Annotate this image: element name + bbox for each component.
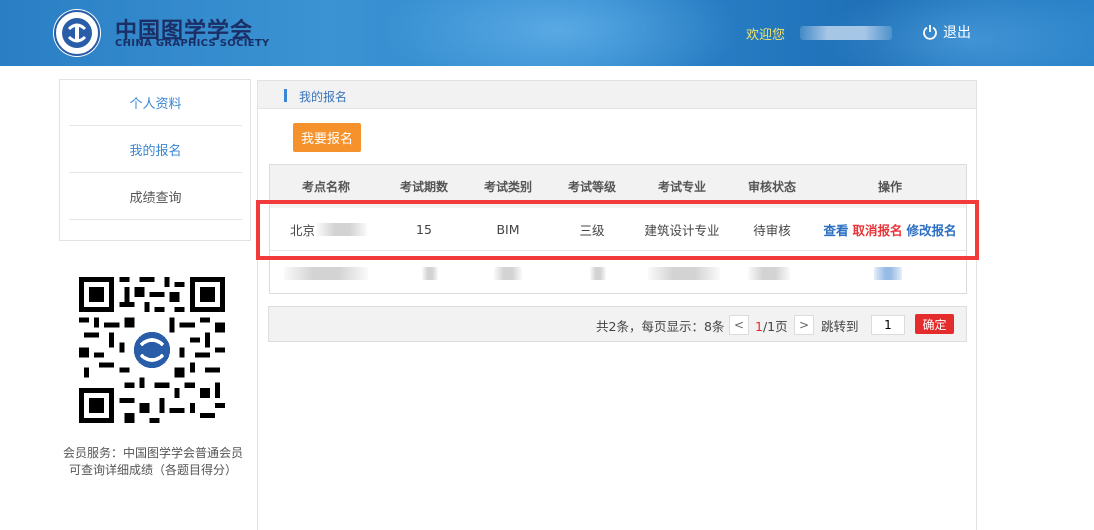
redacted-cell <box>748 267 790 280</box>
page-indicator: 1/1页 <box>755 316 788 335</box>
society-logo-icon <box>53 9 101 57</box>
top-header: 中国图学学会 CHINA GRAPHICS SOCIETY 欢迎您 退出 <box>0 0 1094 66</box>
welcome-text: 欢迎您 <box>746 28 786 43</box>
jump-page-input[interactable] <box>871 315 905 335</box>
power-icon <box>923 25 937 40</box>
cancel-registration-link[interactable]: 取消报名 <box>852 220 902 239</box>
site-redacted <box>317 222 368 236</box>
column-header-period: 考试期数 <box>399 180 448 194</box>
panel-title: 我的报名 <box>299 90 348 104</box>
view-link[interactable]: 查看 <box>823 220 848 239</box>
column-header-site: 考点名称 <box>301 180 350 194</box>
redacted-cell <box>648 267 720 280</box>
sidebar-item-label: 成绩查询 <box>129 191 182 206</box>
column-header-actions: 操作 <box>877 180 902 194</box>
panel-header: 我的报名 <box>258 81 976 109</box>
redacted-cell <box>422 267 438 280</box>
cell-status: 待审核 <box>753 222 791 238</box>
title-accent-bar <box>284 89 287 102</box>
column-header-major: 考试专业 <box>657 180 706 194</box>
qr-code-icon <box>79 277 225 423</box>
register-button[interactable]: 我要报名 <box>293 123 361 152</box>
cell-period: 15 <box>416 221 432 237</box>
total-pages: /1页 <box>762 319 788 334</box>
prev-page-button[interactable]: < <box>729 315 749 335</box>
registration-table: 考点名称 考试期数 考试类别 考试等级 考试专业 审核状态 操作 北京 15 B… <box>269 164 967 294</box>
redacted-cell <box>874 267 902 280</box>
table-header: 考点名称 考试期数 考试类别 考试等级 考试专业 审核状态 操作 <box>270 165 966 208</box>
username-redacted <box>800 26 892 40</box>
edit-registration-link[interactable]: 修改报名 <box>907 220 957 239</box>
redacted-cell <box>284 267 368 280</box>
jump-confirm-button[interactable]: 确定 <box>915 314 954 334</box>
cell-category: BIM <box>496 221 520 237</box>
cell-level: 三级 <box>579 222 605 238</box>
brand-name-en: CHINA GRAPHICS SOCIETY <box>115 38 270 49</box>
cell-site: 北京 <box>270 208 382 250</box>
cell-actions: 查看 取消报名 修改报名 <box>814 208 966 250</box>
site-name: 北京 <box>290 222 316 238</box>
registration-panel: 我的报名 我要报名 考点名称 考试期数 考试类别 考试等级 考试专业 审核状态 … <box>257 80 977 530</box>
pagination-summary: 共2条，每页显示：8条 <box>596 319 725 334</box>
column-header-status: 审核状态 <box>747 180 796 194</box>
column-header-level: 考试等级 <box>567 180 616 194</box>
sidebar-item-profile[interactable]: 个人资料 <box>69 80 242 126</box>
sidebar-item-label: 我的报名 <box>129 144 182 159</box>
sidebar-item-label: 个人资料 <box>129 97 182 112</box>
redacted-cell <box>494 267 522 280</box>
pagination-bar: 共2条，每页显示：8条 < 1/1页 > 跳转到 确定 <box>268 306 967 342</box>
column-header-category: 考试类别 <box>483 180 532 194</box>
table-row-redacted <box>270 251 966 294</box>
logout-button[interactable]: 退出 <box>922 22 971 42</box>
header-glow <box>380 0 740 66</box>
jump-label: 跳转到 <box>821 319 859 334</box>
current-page: 1 <box>755 319 763 334</box>
member-service-note: 会员服务：中国图学学会普通会员可查询详细成绩（各题目得分） <box>63 446 244 477</box>
next-page-button[interactable]: > <box>794 315 814 335</box>
sidebar-menu: 个人资料 我的报名 成绩查询 <box>59 79 251 241</box>
redacted-cell <box>590 267 606 280</box>
sidebar-item-my-registration[interactable]: 我的报名 <box>69 127 242 173</box>
cell-major: 建筑设计专业 <box>644 222 720 238</box>
sidebar-item-score-query[interactable]: 成绩查询 <box>69 174 242 220</box>
table-row: 北京 15 BIM 三级 建筑设计专业 待审核 查看 取消报名 修改报名 <box>270 208 966 251</box>
logout-label: 退出 <box>943 25 971 41</box>
